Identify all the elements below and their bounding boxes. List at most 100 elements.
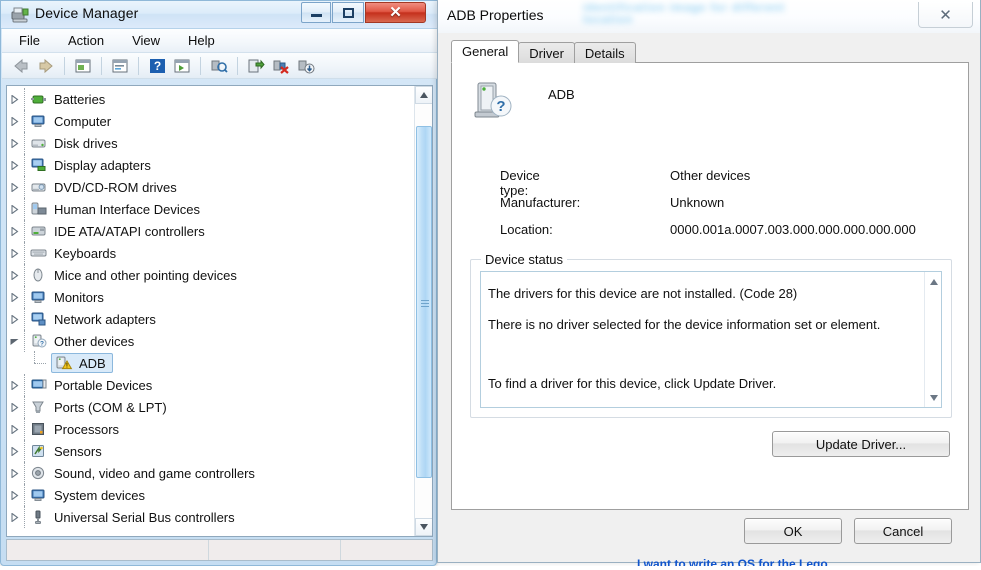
install-legacy-icon[interactable] [295,55,317,77]
sound-controller-icon [29,464,49,482]
device-manager-titlebar[interactable]: Device Manager ✕ [1,1,438,29]
expand-triangle-icon[interactable] [7,220,21,242]
expand-triangle-icon[interactable] [7,462,21,484]
tree-item[interactable]: Universal Serial Bus controllers [7,506,413,528]
scroll-up-arrow[interactable] [925,273,941,290]
show-hidden-icon[interactable] [171,55,193,77]
tree-item[interactable]: Mice and other pointing devices [7,264,413,286]
expand-triangle-icon[interactable] [7,154,21,176]
cancel-button[interactable]: Cancel [854,518,952,544]
minimize-button[interactable] [301,2,331,23]
device-manager-title: Device Manager [35,5,139,21]
tree-item-label: Keyboards [54,245,117,261]
uninstall-device-icon[interactable] [270,55,292,77]
tree-item-label: Human Interface Devices [54,201,200,217]
tree-item[interactable]: Sound, video and game controllers [7,462,413,484]
help-icon[interactable]: ? [146,55,168,77]
tree-connector [21,264,29,286]
back-icon[interactable] [10,55,32,77]
collapse-triangle-icon[interactable] [7,330,21,352]
scan-hardware-icon[interactable] [208,55,230,77]
tree-item[interactable]: IDE ATA/ATAPI controllers [7,220,413,242]
dialog-body: General Driver Details ? ADB Device type… [451,40,969,510]
tree-item[interactable]: Processors [7,418,413,440]
tree-item[interactable]: System devices [7,484,413,506]
tree-item[interactable]: Human Interface Devices [7,198,413,220]
device-tree[interactable]: Batteries Computer Disk drives Display adap… [7,88,413,528]
tree-item[interactable]: Display adapters [7,154,413,176]
tree-connector [21,374,29,396]
scroll-up-arrow[interactable] [415,86,432,104]
scroll-down-arrow[interactable] [415,518,432,536]
expand-triangle-icon[interactable] [7,396,21,418]
device-tree-scrollbar[interactable] [414,86,432,536]
status-line-3: To find a driver for this device, click … [488,376,777,391]
tree-item[interactable]: Sensors [7,440,413,462]
device-name: ADB [548,87,575,102]
other-devices-icon: ? [29,332,49,350]
expand-triangle-icon[interactable] [7,88,21,110]
tab-general[interactable]: General [451,40,520,63]
tree-connector [21,154,29,176]
tree-item[interactable]: Batteries [7,88,413,110]
close-window-button[interactable]: ✕ [365,2,426,23]
properties-icon[interactable] [72,55,94,77]
maximize-button[interactable] [332,2,364,23]
tree-item[interactable]: Network adapters [7,308,413,330]
tree-item[interactable]: DVD/CD-ROM drives [7,176,413,198]
tab-driver[interactable]: Driver [518,42,575,63]
expand-triangle-icon[interactable] [7,484,21,506]
minimize-icon [310,14,322,17]
expand-triangle-icon[interactable] [7,242,21,264]
tree-item[interactable]: Computer [7,110,413,132]
tree-item-label: Other devices [54,333,135,349]
expand-triangle-icon[interactable] [7,286,21,308]
toolbar-separator [200,56,201,75]
tree-item[interactable]: Portable Devices [7,374,413,396]
expand-triangle-icon[interactable] [7,176,21,198]
expand-triangle-icon[interactable] [7,110,21,132]
forward-icon[interactable] [35,55,57,77]
scrollbar-thumb[interactable] [416,126,432,478]
processor-icon [29,420,49,438]
hid-icon [29,200,49,218]
update-driver-button[interactable]: Update Driver... [772,431,950,457]
expand-triangle-icon[interactable] [7,132,21,154]
expand-triangle-icon[interactable] [7,264,21,286]
ide-controller-icon [29,222,49,240]
tree-item-selected[interactable]: ! ADB [7,351,413,374]
status-bar [6,539,433,561]
update-driver-icon[interactable] [245,55,267,77]
status-pane-2 [209,540,341,560]
screen: Device Manager ✕ File Action View Help ?… [0,0,981,570]
expand-triangle-icon[interactable] [7,374,21,396]
device-status-scrollbar[interactable] [924,272,941,407]
tree-item-label: Disk drives [54,135,118,151]
expand-triangle-icon[interactable] [7,308,21,330]
computer-icon [29,112,49,130]
toolbar-separator [101,56,102,75]
dialog-titlebar[interactable]: ADB Properties identification image for … [438,0,980,33]
tree-item-label: Universal Serial Bus controllers [54,509,235,525]
dialog-close-button[interactable]: ✕ [918,2,973,28]
status-line-2: There is no driver selected for the devi… [488,317,881,332]
scroll-down-arrow[interactable] [925,389,941,406]
menu-action[interactable]: Action [65,31,107,50]
menu-view[interactable]: View [129,31,163,50]
tree-item[interactable]: Ports (COM & LPT) [7,396,413,418]
device-status-textbox[interactable]: The drivers for this device are not inst… [480,271,942,408]
tab-details[interactable]: Details [573,42,636,63]
ok-button[interactable]: OK [744,518,842,544]
expand-triangle-icon[interactable] [7,418,21,440]
tree-item[interactable]: Monitors [7,286,413,308]
tree-connector [21,176,29,198]
tree-item[interactable]: ? Other devices [7,330,413,352]
help-window-icon[interactable] [109,55,131,77]
menu-file[interactable]: File [16,31,43,50]
menu-help[interactable]: Help [185,31,218,50]
tree-item[interactable]: Keyboards [7,242,413,264]
tree-item[interactable]: Disk drives [7,132,413,154]
expand-triangle-icon[interactable] [7,440,21,462]
expand-triangle-icon[interactable] [7,506,21,528]
expand-triangle-icon[interactable] [7,198,21,220]
